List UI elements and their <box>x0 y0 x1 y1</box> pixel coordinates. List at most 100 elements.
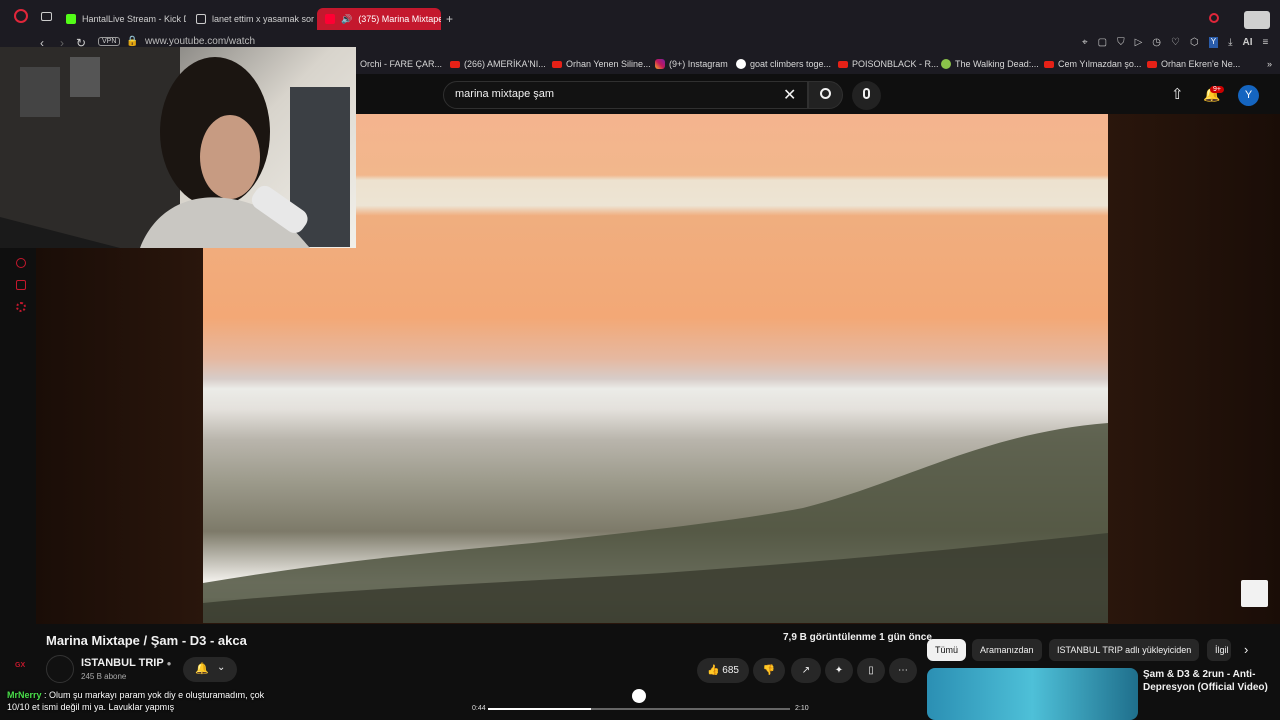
webcam-overlay <box>0 47 356 248</box>
lock-icon[interactable]: 🔒 <box>126 36 138 47</box>
recommendation-title[interactable]: Şam & D3 & 2run - Anti-Depresyon (Offici… <box>1143 668 1273 694</box>
chat-username: MrNerry <box>7 690 42 700</box>
video-title: Marina Mixtape / Şam - D3 - akca <box>46 633 247 648</box>
channel-avatar[interactable] <box>46 655 74 683</box>
save-button[interactable]: ▯ <box>857 658 885 683</box>
progress-fill <box>488 708 591 710</box>
notification-count-badge: 9+ <box>1210 86 1224 93</box>
extensions-icon[interactable] <box>16 280 26 290</box>
bookmark-label: (266) AMERİKA'NI... <box>464 59 546 69</box>
channel-name[interactable]: ISTANBUL TRIP ● <box>81 657 171 669</box>
profile-extension-icon[interactable]: Y <box>1208 37 1219 48</box>
bookmark-item[interactable]: goat climbers toge... <box>736 59 831 69</box>
download-icon[interactable]: ⤓ <box>1228 37 1232 48</box>
tab-doc[interactable]: lanet ettim x yasamak soru... <box>188 8 314 30</box>
more-actions-button[interactable]: ⋯ <box>889 658 917 683</box>
account-avatar[interactable]: Y <box>1238 85 1259 106</box>
bookmark-item[interactable]: POISONBLACK - R... <box>838 59 939 69</box>
streamer-webcam-image <box>0 47 350 248</box>
bookmark-item[interactable]: The Walking Dead:... <box>941 59 1039 69</box>
like-button[interactable]: 👍 685 <box>697 658 749 683</box>
channel-watermark-icon[interactable] <box>1241 580 1268 607</box>
bookmark-label: Cem Yılmazdan şo... <box>1058 59 1142 69</box>
voice-search-button[interactable] <box>852 81 881 110</box>
bookmark-label: goat climbers toge... <box>750 59 832 69</box>
current-time: 0:44 <box>472 705 486 712</box>
microphone-icon <box>863 88 870 99</box>
settings-icon[interactable] <box>16 302 26 312</box>
dislike-button[interactable]: 👎 <box>753 658 785 683</box>
window-controls-icon[interactable] <box>1244 11 1270 29</box>
tab-youtube-active[interactable]: 🔊 (375) Marina Mixtape / <box>317 8 441 30</box>
clear-search-icon[interactable]: ✕ <box>783 85 796 105</box>
bookmark-item[interactable]: Orhan Yenen Siline... <box>552 59 651 69</box>
page-icon <box>196 14 206 24</box>
vpn-badge[interactable]: VPN <box>98 37 121 46</box>
chip-from-search[interactable]: Aramanızdan <box>972 639 1042 661</box>
extensions-icon[interactable]: ⬡ <box>1190 37 1199 48</box>
progress-track[interactable] <box>488 708 790 710</box>
youtube-icon <box>838 60 848 68</box>
history-icon[interactable]: ◷ <box>1152 37 1161 48</box>
bookmark-label: The Walking Dead:... <box>955 59 1039 69</box>
more-bookmarks-icon[interactable]: » <box>1267 59 1272 69</box>
channel-name-text: ISTANBUL TRIP <box>81 657 164 669</box>
bookmark-label: Orchi - FARE ÇAR... <box>360 59 443 69</box>
ai-button[interactable]: AI <box>1243 37 1253 48</box>
youtube-icon <box>325 14 335 24</box>
new-tab-button[interactable]: + <box>446 12 453 26</box>
play-icon[interactable]: ▷ <box>1135 37 1143 48</box>
bell-icon: 🔔 <box>195 663 209 675</box>
bookmark-icon: ▯ <box>868 665 874 676</box>
chip-related[interactable]: İlgil <box>1207 639 1231 661</box>
ask-ai-button[interactable]: ✦ <box>825 658 853 683</box>
bookmark-label: POISONBLACK - R... <box>852 59 939 69</box>
tab-label: HantalLive Stream - Kick D... <box>82 14 186 24</box>
bookmark-item[interactable]: (9+) Instagram <box>655 59 728 69</box>
subscription-bell-button[interactable]: 🔔 ⌄ <box>183 657 237 682</box>
search-button[interactable] <box>808 81 843 109</box>
search-icon[interactable] <box>1209 13 1219 23</box>
snapshot-icon[interactable]: ▢ <box>1098 37 1107 48</box>
more-icon: ⋯ <box>898 665 908 676</box>
menu-icon[interactable]: ≡ <box>1263 37 1269 48</box>
youtube-icon <box>1147 60 1157 68</box>
share-button[interactable]: ↗ <box>791 658 821 683</box>
play-pause-icon[interactable] <box>632 689 646 703</box>
subscriber-count: 245 B abone <box>81 672 127 681</box>
chip-all[interactable]: Tümü <box>927 639 967 661</box>
search-input[interactable]: marina mixtape şam <box>455 88 554 100</box>
shield-icon[interactable]: ⛉ <box>1117 37 1125 48</box>
bookmark-item[interactable]: Cem Yılmazdan şo... <box>1044 59 1141 69</box>
thumbs-down-icon: 👎 <box>762 665 776 676</box>
upload-icon[interactable]: ⇧ <box>1171 85 1184 103</box>
chevron-right-icon[interactable]: › <box>1244 642 1248 657</box>
bookmark-label: Orhan Yenen Siline... <box>566 59 651 69</box>
chip-from-uploader[interactable]: ISTANBUL TRIP adlı yükleyiciden <box>1049 639 1200 661</box>
share-icon: ↗ <box>801 665 811 676</box>
bookmark-item[interactable]: Orhan Ekren'e Ne... <box>1147 59 1240 69</box>
youtube-icon <box>450 60 460 68</box>
tab-kick[interactable]: HantalLive Stream - Kick D... <box>58 8 186 30</box>
browser-sidebar: GX <box>0 248 36 720</box>
bookmark-item[interactable]: (266) AMERİKA'NI... <box>450 59 546 69</box>
like-count: 685 <box>722 665 739 676</box>
thumbs-up-icon: 👍 <box>707 665 723 676</box>
speaker-icon: 🔊 <box>341 13 353 24</box>
player-timeline[interactable]: 0:44 2:10 <box>470 700 810 720</box>
green-icon <box>941 59 951 69</box>
tab-overview-icon[interactable] <box>41 12 52 21</box>
opera-logo-icon[interactable] <box>14 9 28 23</box>
gx-badge[interactable]: GX <box>15 662 25 669</box>
youtube-icon <box>1044 60 1054 68</box>
instagram-icon <box>655 59 665 69</box>
recommendation-thumbnail[interactable] <box>927 668 1138 720</box>
kick-icon <box>66 14 76 24</box>
chevron-down-icon: ⌄ <box>217 662 226 673</box>
url-field[interactable]: www.youtube.com/watch <box>145 36 255 47</box>
heart-icon[interactable]: ♡ <box>1171 37 1180 48</box>
bookmark-label: Orhan Ekren'e Ne... <box>1161 59 1241 69</box>
pin-icon[interactable]: ⌖ <box>1082 37 1088 48</box>
history-icon[interactable] <box>16 258 26 268</box>
bookmark-item[interactable]: Orchi - FARE ÇAR... <box>360 59 442 69</box>
